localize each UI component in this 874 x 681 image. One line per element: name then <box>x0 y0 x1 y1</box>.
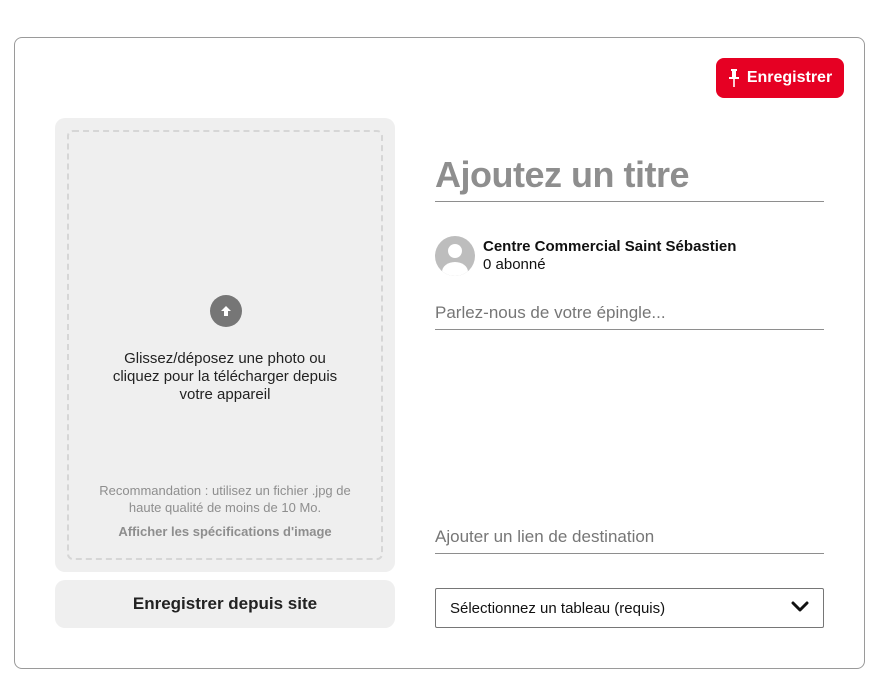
pin-builder-card: Enregistrer Glissez/déposez une photo ou… <box>14 37 865 669</box>
chevron-down-icon <box>791 600 809 617</box>
save-from-site-button[interactable]: Enregistrer depuis site <box>55 580 395 628</box>
image-specs-link[interactable]: Afficher les spécifications d'image <box>69 524 381 539</box>
dropzone[interactable]: Glissez/déposez une photo ou cliquez pou… <box>67 130 383 560</box>
avatar <box>435 236 475 276</box>
arrow-up-circle-icon <box>210 295 242 327</box>
destination-link-input[interactable]: Ajouter un lien de destination <box>435 520 824 554</box>
upload-instructions: Glissez/déposez une photo ou cliquez pou… <box>112 350 338 403</box>
image-upload-panel[interactable]: Glissez/déposez une photo ou cliquez pou… <box>55 118 395 572</box>
author-followers: 0 abonné <box>483 256 546 273</box>
author-info: Centre Commercial Saint Sébastien 0 abon… <box>435 236 824 276</box>
board-select[interactable]: Sélectionnez un tableau (requis) <box>435 588 824 628</box>
author-name: Centre Commercial Saint Sébastien <box>483 238 737 255</box>
board-select-label: Sélectionnez un tableau (requis) <box>450 599 666 617</box>
save-button-label: Enregistrer <box>746 69 833 86</box>
save-button[interactable]: Enregistrer <box>716 58 844 98</box>
pin-icon <box>728 69 740 87</box>
title-input[interactable]: Ajoutez un titre <box>435 148 824 202</box>
description-input[interactable]: Parlez-nous de votre épingle... <box>435 296 824 330</box>
upload-recommendation: Recommandation : utilisez un fichier .jp… <box>99 483 351 515</box>
